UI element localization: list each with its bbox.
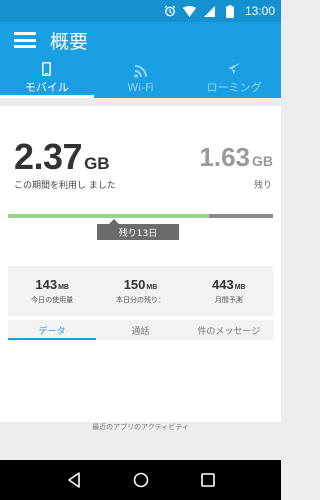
stat-today-remaining: 150MB 本日分の残り：	[96, 266, 184, 316]
used-value: 2.37	[14, 136, 83, 177]
remaining-value: 1.63	[199, 142, 250, 172]
stat-value: 443	[212, 277, 234, 292]
stat-unit: MB	[146, 284, 158, 291]
used-amount: 2.37 GB	[14, 136, 110, 178]
phone-icon	[42, 61, 52, 77]
app-bar: 概要	[0, 22, 281, 58]
tab-data[interactable]: データ	[8, 320, 97, 340]
stat-label: 月間予測	[214, 296, 243, 304]
wifi-signal-icon	[183, 4, 197, 18]
cell-signal-icon	[203, 4, 217, 18]
wifi-icon	[133, 63, 148, 79]
page-title: 概要	[50, 30, 89, 53]
recent-app-activity-label: 最近のアプリのアクティビティ	[92, 423, 189, 431]
stat-value: 150	[123, 277, 146, 292]
usage-progress-bar	[8, 214, 273, 218]
tab-roaming[interactable]: ローミング	[187, 58, 281, 98]
battery-icon	[223, 4, 237, 18]
tab-messages[interactable]: 件のメッセージ	[185, 320, 273, 340]
clock: 13:00	[244, 4, 275, 18]
menu-icon[interactable]	[14, 32, 36, 48]
tab-mobile[interactable]: モバイル	[0, 58, 94, 98]
stat-unit: MB	[58, 284, 69, 291]
tab-roaming-label: ローミング	[206, 81, 262, 94]
stats-panel: 143MB 今日の使用量 150MB 本日分の残り： 443MB 月間予測	[8, 266, 273, 316]
remaining-unit: GB	[252, 153, 273, 169]
tab-calls[interactable]: 通話	[96, 320, 184, 340]
used-caption: この期間を利用し ました	[14, 181, 116, 191]
used-unit: GB	[84, 154, 110, 173]
stat-label: 本日分の残り：	[115, 296, 165, 304]
airplane-icon	[227, 61, 241, 77]
stat-monthly-forecast: 443MB 月間予測	[185, 266, 273, 316]
status-bar: 13:00	[0, 0, 281, 22]
tab-mobile-label: モバイル	[24, 81, 69, 94]
stat-label: 今日の使用量	[31, 296, 74, 304]
remaining-amount: 1.63 GB	[199, 142, 273, 173]
tab-wifi[interactable]: Wi-Fi	[94, 58, 188, 98]
recents-icon[interactable]	[198, 470, 218, 490]
stat-today-used: 143MB 今日の使用量	[8, 266, 96, 316]
alarm-icon	[163, 4, 177, 18]
main-tabs: モバイル Wi-Fi ローミング	[0, 58, 281, 98]
tab-wifi-label: Wi-Fi	[127, 80, 154, 94]
days-remaining-badge: 残り13日	[97, 219, 179, 240]
system-nav-bar	[0, 460, 281, 500]
usage-progress-fill	[8, 214, 210, 218]
stat-value: 143	[35, 277, 58, 292]
stat-unit: MB	[234, 284, 246, 291]
activity-tabs: データ 通話 件のメッセージ	[8, 320, 273, 340]
usage-card: 2.37 GB この期間を利用し ました 1.63 GB 残り 残り13日 14…	[0, 106, 281, 422]
remaining-caption: 残り	[253, 181, 272, 191]
home-icon[interactable]	[131, 470, 151, 490]
back-icon[interactable]	[64, 470, 84, 490]
